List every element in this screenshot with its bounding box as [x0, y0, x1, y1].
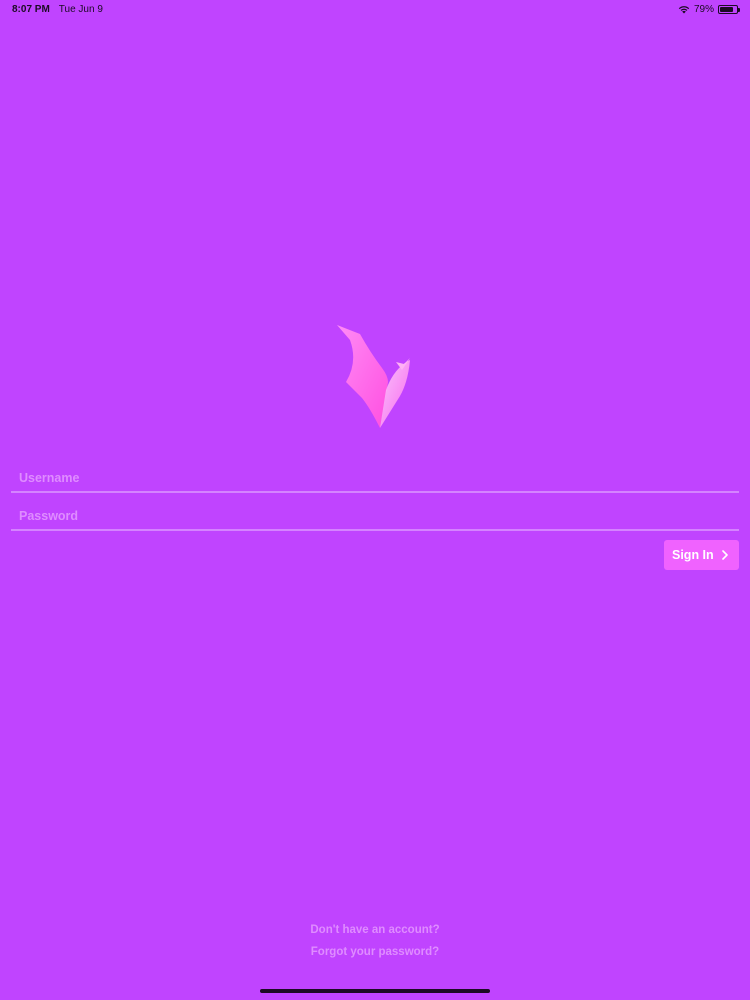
home-indicator: [260, 989, 490, 993]
pink-bird-logo: [337, 325, 410, 428]
password-field[interactable]: [11, 501, 739, 531]
status-bar: 8:07 PM Tue Jun 9 79%: [0, 0, 750, 18]
username-field[interactable]: [11, 463, 739, 493]
no-account-link[interactable]: Don't have an account?: [0, 924, 750, 936]
status-right: 79%: [678, 3, 740, 15]
sign-in-label: Sign In: [672, 548, 714, 562]
battery-percent: 79%: [693, 3, 714, 15]
battery-icon: [718, 4, 740, 14]
status-left: 8:07 PM Tue Jun 9: [12, 4, 103, 15]
sign-in-button[interactable]: Sign In: [664, 540, 739, 570]
wifi-icon: [678, 5, 690, 13]
username-input[interactable]: [11, 463, 739, 491]
status-date: Tue Jun 9: [58, 3, 103, 15]
chevron-right-icon: [722, 550, 728, 560]
password-input[interactable]: [11, 501, 739, 529]
status-time: 8:07 PM: [12, 3, 50, 15]
battery-fill: [720, 6, 733, 12]
forgot-password-link[interactable]: Forgot your password?: [0, 946, 750, 958]
